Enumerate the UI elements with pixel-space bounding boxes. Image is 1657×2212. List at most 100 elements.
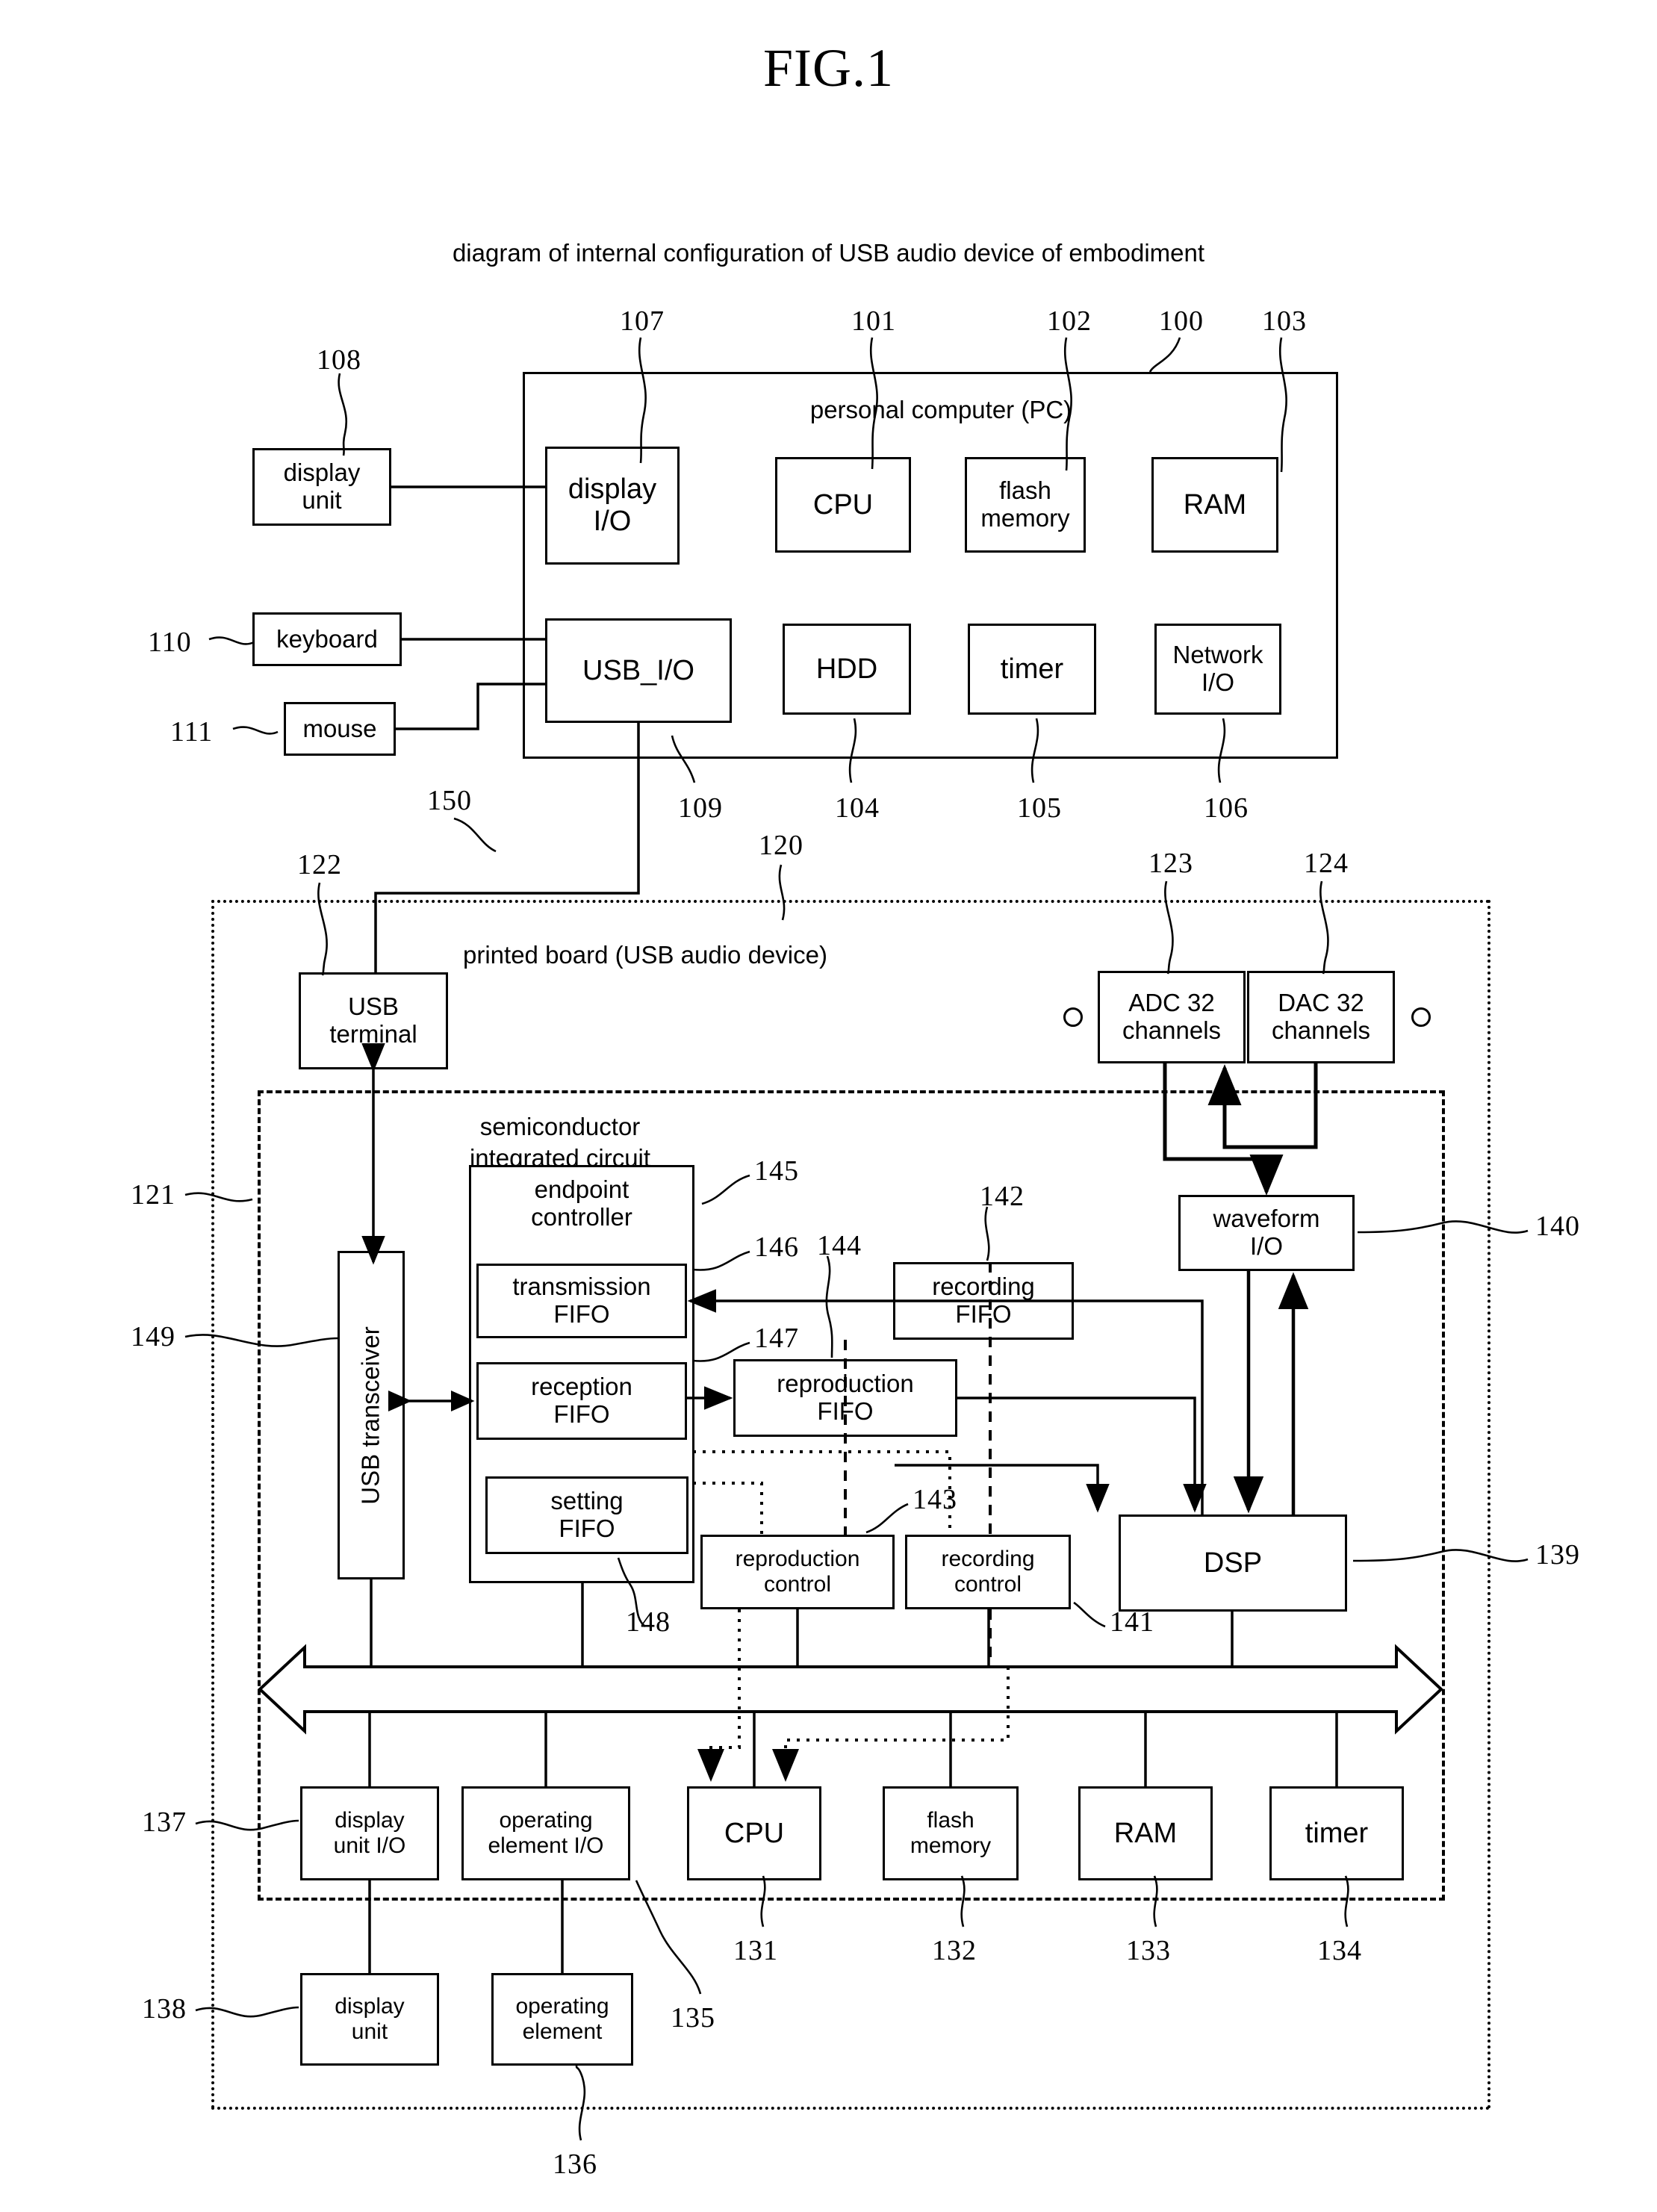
pc-block-display-io-label: display I/O	[568, 473, 657, 537]
waveform-io-block: waveform I/O	[1178, 1195, 1355, 1271]
ref-111: 111	[170, 716, 214, 748]
ref-147: 147	[754, 1323, 799, 1354]
ref-100: 100	[1159, 305, 1204, 337]
pc-block-usb-io: USB_I/O	[545, 618, 732, 723]
usb-transceiver-label: USB transceiver	[356, 1326, 385, 1505]
transmission-fifo-block: transmission FIFO	[476, 1264, 687, 1338]
endpoint-controller-label: endpoint controller	[531, 1175, 632, 1231]
board-display-unit-block: display unit	[300, 1973, 439, 2066]
dsp-block: DSP	[1119, 1514, 1347, 1612]
usb-transceiver-block: USB transceiver	[338, 1251, 405, 1579]
ref-150: 150	[427, 785, 472, 816]
ref-108: 108	[317, 344, 361, 376]
reproduction-control-label: reproduction control	[735, 1547, 860, 1597]
ref-141: 141	[1110, 1606, 1154, 1638]
bus-block-cpu-label: CPU	[724, 1817, 785, 1849]
pc-block-timer: timer	[968, 624, 1096, 715]
bus-block-timer: timer	[1269, 1786, 1404, 1880]
bus-block-flash-memory-label: flash memory	[910, 1808, 992, 1858]
pc-block-ram-label: RAM	[1183, 488, 1247, 521]
adc-label: ADC 32 channels	[1122, 989, 1222, 1044]
peripheral-mouse: mouse	[284, 702, 396, 756]
pc-block-hdd-label: HDD	[815, 653, 878, 685]
board-operating-element-label: operating element	[515, 1994, 609, 2044]
ref-146: 146	[754, 1231, 799, 1263]
printed-board-title: printed board (USB audio device)	[463, 941, 827, 969]
ref-140: 140	[1535, 1211, 1580, 1242]
ref-109: 109	[678, 792, 723, 824]
peripheral-display-unit: display unit	[252, 448, 391, 526]
dac-label: DAC 32 channels	[1271, 989, 1371, 1044]
personal-computer-title: personal computer (PC)	[809, 396, 1072, 423]
dsp-label: DSP	[1203, 1547, 1263, 1579]
recording-fifo-label: recording FIFO	[932, 1273, 1035, 1328]
ref-144: 144	[817, 1230, 862, 1261]
reproduction-control-block: reproduction control	[700, 1535, 895, 1609]
pc-block-display-io: display I/O	[545, 447, 680, 565]
ref-139: 139	[1535, 1539, 1580, 1571]
pc-block-ram: RAM	[1151, 457, 1278, 553]
recording-control-block: recording control	[905, 1535, 1071, 1609]
ref-148: 148	[626, 1606, 671, 1638]
bus-block-operating-element-io: operating element I/O	[461, 1786, 630, 1880]
peripheral-mouse-label: mouse	[302, 714, 377, 742]
usb-terminal-label: USB terminal	[329, 992, 417, 1048]
ref-122: 122	[297, 849, 342, 880]
ref-105: 105	[1017, 792, 1062, 824]
ref-136: 136	[553, 2149, 597, 2180]
semiconductor-ic-title-line1: semiconductor	[479, 1113, 641, 1140]
ref-134: 134	[1317, 1935, 1362, 1966]
ref-132: 132	[932, 1935, 977, 1966]
reproduction-fifo-label: reproduction FIFO	[777, 1370, 914, 1425]
ref-124: 124	[1304, 848, 1349, 879]
bus-block-cpu: CPU	[687, 1786, 821, 1880]
ref-142: 142	[980, 1181, 1025, 1212]
pc-block-usb-io-label: USB_I/O	[582, 654, 694, 686]
ref-143: 143	[913, 1484, 957, 1515]
ref-121: 121	[131, 1179, 175, 1211]
peripheral-keyboard: keyboard	[252, 612, 402, 666]
ref-106: 106	[1204, 792, 1249, 824]
ref-131: 131	[733, 1935, 778, 1966]
ref-123: 123	[1148, 848, 1193, 879]
ref-101: 101	[851, 305, 896, 337]
peripheral-display-unit-label: display unit	[283, 459, 361, 514]
peripheral-keyboard-label: keyboard	[276, 624, 378, 653]
ref-133: 133	[1126, 1935, 1171, 1966]
ref-103: 103	[1262, 305, 1307, 337]
setting-fifo-block: setting FIFO	[485, 1476, 688, 1554]
recording-fifo-block: recording FIFO	[893, 1262, 1074, 1340]
bus-block-ram-label: RAM	[1113, 1817, 1178, 1849]
transmission-fifo-label: transmission FIFO	[512, 1273, 651, 1328]
waveform-io-label: waveform I/O	[1213, 1205, 1320, 1260]
pc-block-cpu: CPU	[775, 457, 911, 553]
pc-block-network-io: Network I/O	[1154, 624, 1281, 715]
board-operating-element-block: operating element	[491, 1973, 633, 2066]
ref-135: 135	[671, 2002, 715, 2034]
ref-138: 138	[142, 1993, 187, 2025]
ref-149: 149	[131, 1321, 175, 1352]
pc-block-flash-memory-label: flash memory	[980, 476, 1070, 532]
bus-block-operating-element-io-label: operating element I/O	[488, 1808, 604, 1858]
ref-137: 137	[142, 1806, 187, 1838]
figure-canvas: FIG.1 diagram of internal configuration …	[0, 0, 1657, 2212]
ref-145: 145	[754, 1155, 799, 1187]
reception-fifo-label: reception FIFO	[531, 1373, 632, 1428]
recording-control-label: recording control	[941, 1547, 1035, 1597]
adc-input-terminal-icon	[1063, 1007, 1083, 1027]
reproduction-fifo-block: reproduction FIFO	[733, 1359, 957, 1437]
setting-fifo-label: setting FIFO	[550, 1487, 624, 1542]
adc-block: ADC 32 channels	[1098, 971, 1246, 1063]
bus-block-timer-label: timer	[1305, 1817, 1369, 1849]
figure-title: FIG.1	[762, 38, 894, 98]
bus-block-ram: RAM	[1078, 1786, 1213, 1880]
ref-110: 110	[148, 627, 192, 658]
dac-output-terminal-icon	[1411, 1007, 1431, 1027]
usb-terminal-block: USB terminal	[299, 972, 448, 1069]
ref-120: 120	[759, 830, 803, 861]
ref-102: 102	[1047, 305, 1092, 337]
ref-104: 104	[835, 792, 880, 824]
figure-caption: diagram of internal configuration of USB…	[452, 239, 1205, 267]
bus-block-display-unit-io: display unit I/O	[300, 1786, 439, 1880]
bus-block-display-unit-io-label: display unit I/O	[333, 1808, 406, 1858]
